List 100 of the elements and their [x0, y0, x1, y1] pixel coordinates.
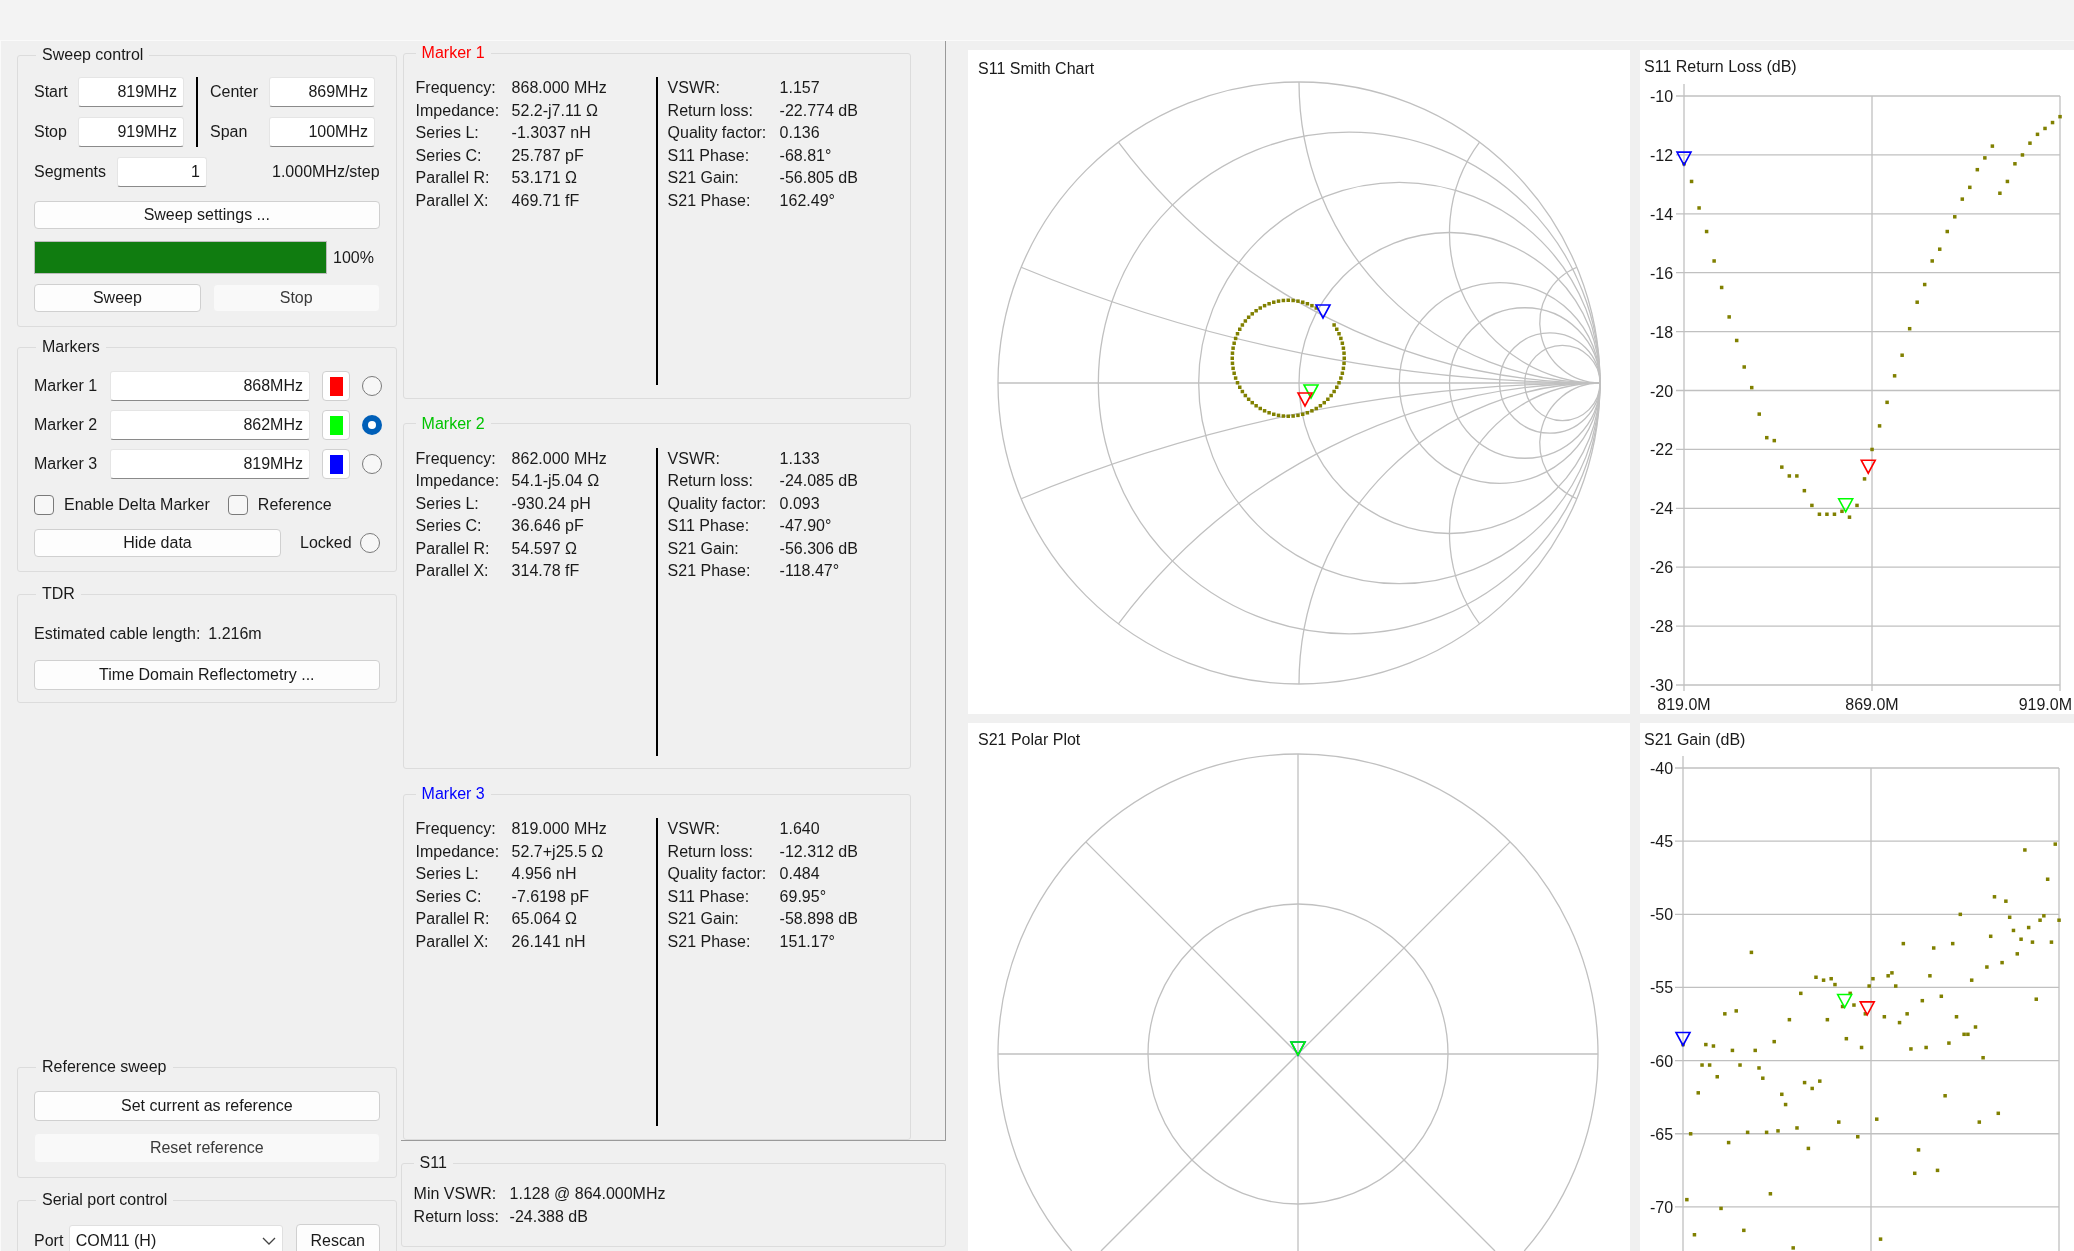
field-label: Min VSWR:	[413, 1184, 498, 1204]
field-value: 69.95°	[779, 886, 828, 907]
field-label: Quality factor:	[667, 123, 768, 143]
field-label: Frequency:	[415, 819, 497, 840]
group-title: Serial port control	[41, 1190, 169, 1210]
field-value: 25.787 pF	[511, 145, 585, 166]
group-title: Reference sweep	[41, 1057, 168, 1077]
field-label: VSWR:	[667, 448, 722, 469]
field-label: Impedance:	[415, 841, 501, 862]
field-value: -118.47°	[779, 561, 841, 582]
field-label: Parallel R:	[415, 168, 491, 188]
axis-label: -10	[1650, 88, 1674, 105]
field-value: -58.898 dB	[779, 909, 858, 930]
chart-title: S11 Return Loss (dB)	[1644, 58, 1797, 75]
field-label: Parallel X:	[415, 190, 490, 211]
group-title: Markers	[41, 337, 101, 357]
field-label: S21 Phase:	[667, 190, 752, 211]
chart-title: S21 Polar Plot	[978, 731, 1081, 748]
field-value: 862.000 MHz	[511, 448, 608, 469]
field-value: -930.24 pH	[511, 493, 592, 514]
checkbox-label: Enable Delta Marker	[64, 495, 210, 515]
field-label: Series C:	[415, 886, 483, 907]
field-label: Return loss:	[667, 100, 754, 121]
field-value: -47.90°	[779, 516, 833, 537]
field-label: Quality factor:	[667, 864, 768, 885]
field-value: 314.78 fF	[511, 561, 581, 582]
axis-label: -30	[1650, 677, 1674, 694]
field-value: 0.484	[779, 864, 821, 885]
axis-label: -65	[1650, 1125, 1674, 1143]
field-value: -7.6198 pF	[511, 886, 590, 907]
checkbox-label: Locked	[300, 533, 352, 553]
field-value: -1.3037 nH	[511, 123, 592, 143]
field-value: 151.17°	[779, 931, 836, 952]
field-value: 26.141 nH	[511, 931, 587, 952]
field-label: S11 Phase:	[667, 886, 751, 907]
field-label: Frequency:	[415, 448, 497, 469]
field-value: 52.2-j7.11 Ω	[511, 100, 599, 121]
axis-label: -50	[1650, 906, 1674, 924]
field-label: Impedance:	[415, 100, 501, 121]
marker-label: Marker 1	[34, 376, 98, 396]
axis-label: -16	[1650, 264, 1674, 282]
field-label: Parallel R:	[415, 538, 491, 559]
field-label: VSWR:	[667, 819, 722, 840]
field-value: 1.216m	[208, 624, 262, 644]
group-title: Sweep control	[41, 45, 145, 65]
field-value: 1.128 @ 864.000MHz	[509, 1184, 667, 1204]
field-label: Return loss:	[413, 1206, 500, 1227]
dropdown-value: COM11 (H)	[75, 1231, 158, 1251]
field-label: Series C:	[415, 516, 483, 537]
field-value: 819.000 MHz	[511, 819, 608, 840]
group-title: Marker 1	[420, 43, 486, 63]
group-title: Marker 2	[420, 413, 486, 434]
field-value: 54.1-j5.04 Ω	[511, 471, 601, 492]
field-value: 0.093	[779, 493, 821, 514]
field-label: Stop	[34, 122, 68, 142]
field-label: Impedance:	[415, 471, 501, 492]
field-value: 469.71 fF	[511, 190, 581, 211]
field-value: -68.81°	[779, 145, 833, 166]
axis-label: -70	[1650, 1198, 1674, 1216]
axis-label: -22	[1650, 441, 1674, 459]
field-value: 1.133	[779, 448, 821, 469]
progress-reading: 100%	[333, 247, 374, 268]
step-text: 1.000MHz/step	[272, 162, 380, 182]
field-label: S21 Gain:	[667, 538, 740, 559]
field-label: Series L:	[415, 493, 480, 514]
axis-label: -28	[1650, 618, 1674, 636]
field-value: 65.064 Ω	[511, 909, 578, 930]
field-label: S21 Phase:	[667, 931, 752, 952]
field-label: Series C:	[415, 145, 483, 166]
field-value: 36.646 pF	[511, 516, 585, 537]
checkbox-label: Reference	[257, 495, 332, 515]
field-label: Series L:	[415, 864, 480, 885]
chart-title: S21 Gain (dB)	[1644, 731, 1746, 748]
field-value: -22.774 dB	[779, 100, 858, 121]
field-label: Port	[34, 1231, 65, 1251]
field-value: 4.956 nH	[511, 864, 578, 885]
field-value: 53.171 Ω	[511, 168, 578, 188]
field-value: -24.085 dB	[779, 471, 858, 492]
group-title: S11	[418, 1153, 448, 1173]
axis-label: -55	[1650, 979, 1674, 997]
axis-label: 919.0M	[2018, 696, 2072, 713]
field-label: Parallel X:	[415, 561, 490, 582]
field-value: 868.000 MHz	[511, 78, 608, 98]
field-label: S21 Phase:	[667, 561, 752, 582]
marker-label: Marker 3	[34, 454, 98, 474]
field-value: -56.805 dB	[779, 168, 858, 188]
field-label: Series L:	[415, 123, 480, 143]
axis-label: -20	[1650, 382, 1674, 400]
field-label: Center	[210, 82, 260, 102]
axis-label: -26	[1650, 559, 1674, 577]
axis-label: -24	[1650, 500, 1674, 518]
chart-title: S11 Smith Chart	[978, 60, 1095, 77]
field-label: Parallel X:	[415, 931, 490, 952]
field-value: 0.136	[779, 123, 821, 143]
axis-label: -18	[1650, 323, 1674, 341]
marker-label: Marker 2	[34, 415, 98, 435]
axis-label: -12	[1650, 146, 1674, 164]
field-value: 162.49°	[779, 190, 836, 211]
field-value: 52.7+j25.5 Ω	[511, 841, 605, 862]
axis-label: 869.0M	[1845, 696, 1899, 713]
